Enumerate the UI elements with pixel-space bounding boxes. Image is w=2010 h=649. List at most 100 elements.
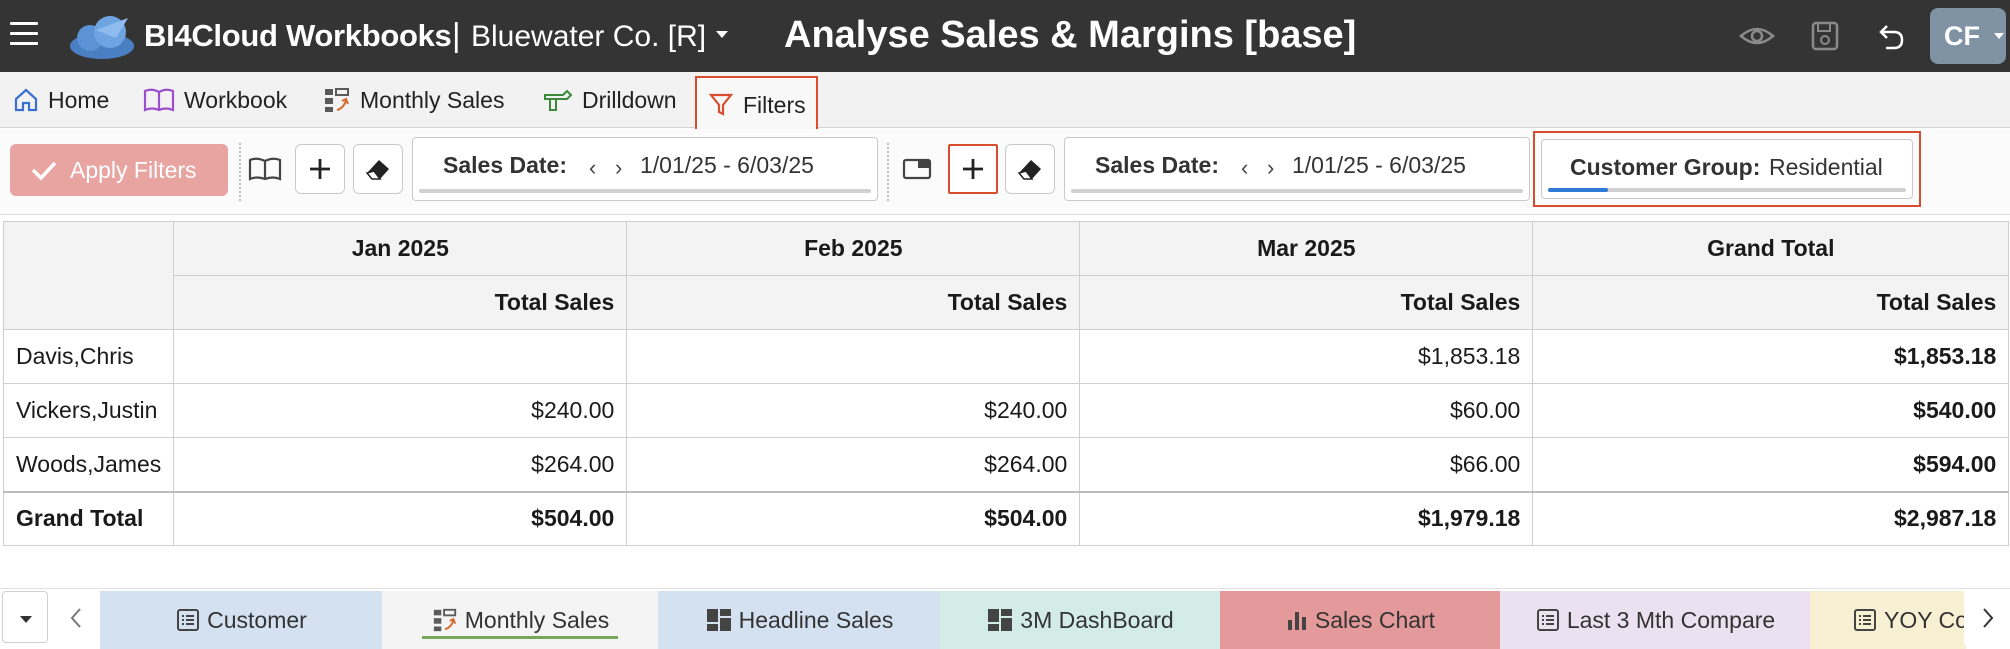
grand-total-cell[interactable]: $2,987.18	[1532, 490, 2010, 546]
save-icon[interactable]	[1806, 18, 1844, 54]
row-total-cell[interactable]: $540.00	[1532, 383, 2010, 438]
grand-total-cell[interactable]: $504.00	[626, 490, 1081, 546]
chevron-right-icon	[1983, 608, 1994, 628]
chevron-down-icon	[20, 616, 32, 623]
company-name[interactable]: Bluewater Co. [R]	[471, 20, 706, 54]
grand-total-label: Grand Total	[2, 490, 175, 546]
grand-total-cell[interactable]: $504.00	[173, 490, 628, 546]
scroll-tabs-left-button[interactable]	[52, 591, 100, 645]
prev-date-icon[interactable]: ‹	[1241, 155, 1248, 181]
tab-sales-chart-label: Sales Chart	[1314, 606, 1436, 633]
tab-customer[interactable]: Customer	[100, 591, 382, 649]
sales-date-filter[interactable]: Sales Date: ‹ › 1/01/25 - 6/03/25	[412, 137, 878, 201]
table-row: Davis,Chris $1,853.18 $1,853.18	[2, 329, 2010, 384]
plus-icon	[310, 159, 330, 179]
row-total-cell[interactable]: $1,853.18	[1532, 329, 2010, 384]
open-book-icon[interactable]	[240, 144, 290, 194]
column-header-month[interactable]: Feb 2025	[626, 221, 1081, 276]
customer-group-value: Residential	[1769, 154, 1883, 180]
title-separator: |	[452, 16, 461, 53]
add-filter-button[interactable]	[295, 144, 345, 194]
measure-header: Total Sales	[1079, 275, 1534, 330]
panel-toggle-icon[interactable]	[892, 144, 942, 194]
monthly-sales-icon	[325, 88, 349, 112]
tab-customer-label: Customer	[207, 606, 307, 633]
apply-filters-label: Apply Filters	[70, 156, 197, 183]
tab-last-3-mth-compare[interactable]: Last 3 Mth Compare	[1500, 591, 1810, 649]
tab-headline-sales-label: Headline Sales	[738, 606, 894, 633]
filter-progress-fill	[1548, 188, 1608, 192]
nav-filters[interactable]: Filters	[695, 76, 818, 134]
eye-icon[interactable]	[1738, 18, 1776, 54]
column-header-month[interactable]: Mar 2025	[1079, 221, 1534, 276]
row-header-customer[interactable]: Davis,Chris	[2, 329, 175, 384]
grid-cell[interactable]: $1,853.18	[1079, 329, 1534, 384]
grid-cell[interactable]: $264.00	[173, 437, 628, 492]
monthly-sales-icon	[433, 608, 456, 632]
filter-toolbar: Apply Filters Sales Date: ‹ › 1/01/25 - …	[0, 129, 2010, 215]
measure-header: Total Sales	[626, 275, 1081, 330]
add-filter-button-highlighted[interactable]	[948, 144, 998, 194]
filter-progress-track	[419, 189, 871, 193]
customer-group-filter[interactable]: Customer Group: Residential	[1533, 131, 1921, 207]
sales-date-range: 1/01/25 - 6/03/25	[640, 152, 814, 178]
tab-last-3-mth-compare-label: Last 3 Mth Compare	[1566, 606, 1776, 633]
plus-icon	[963, 159, 983, 179]
nav-filters-label: Filters	[743, 91, 806, 118]
grid-cell[interactable]	[626, 329, 1081, 384]
grid-cell[interactable]	[173, 329, 628, 384]
tab-3m-dashboard-label: 3M DashBoard	[1020, 606, 1174, 633]
tab-yoy-compare[interactable]: YOY Co	[1810, 591, 1966, 649]
filter-icon	[708, 93, 734, 116]
avatar-dropdown-icon[interactable]	[1994, 33, 2004, 39]
avatar-initials: CF	[1944, 21, 1980, 51]
sheet-menu-button[interactable]	[2, 591, 48, 643]
grid-cell[interactable]: $240.00	[626, 383, 1081, 438]
company-dropdown-icon[interactable]	[716, 31, 728, 38]
tab-3m-dashboard[interactable]: 3M DashBoard	[940, 591, 1220, 649]
grid-cell[interactable]: $66.00	[1079, 437, 1534, 492]
bar-chart-icon	[1287, 612, 1306, 630]
app-header: BI4Cloud Workbooks | Bluewater Co. [R] A…	[0, 0, 2010, 72]
nav-workbook[interactable]: Workbook	[142, 78, 287, 122]
sales-date-filter-2[interactable]: Sales Date: ‹ › 1/01/25 - 6/03/25	[1064, 137, 1530, 201]
filter-progress-track	[1071, 189, 1523, 193]
nav-monthly-sales[interactable]: Monthly Sales	[322, 78, 504, 122]
undo-icon[interactable]	[1872, 18, 1910, 54]
row-header-customer[interactable]: Vickers,Justin	[2, 383, 175, 438]
dashboard-icon	[988, 609, 1013, 631]
row-total-cell[interactable]: $594.00	[1532, 437, 2010, 492]
column-header-grand-total[interactable]: Grand Total	[1532, 221, 2010, 276]
list-icon	[177, 609, 200, 631]
next-date-icon[interactable]: ›	[615, 155, 622, 181]
tab-sales-chart[interactable]: Sales Chart	[1220, 591, 1500, 649]
table-row: Woods,James $264.00 $264.00 $66.00 $594.…	[2, 437, 2010, 492]
tab-headline-sales[interactable]: Headline Sales	[658, 591, 940, 649]
menu-icon[interactable]	[10, 22, 38, 48]
list-icon	[1854, 609, 1876, 631]
measure-header: Total Sales	[1532, 275, 2010, 330]
grid-cell[interactable]: $264.00	[626, 437, 1081, 492]
check-icon	[31, 161, 57, 181]
row-header-customer[interactable]: Woods,James	[2, 437, 175, 492]
nav-home[interactable]: Home	[12, 78, 109, 122]
apply-filters-button[interactable]: Apply Filters	[10, 144, 228, 196]
nav-bar: Home Workbook Monthly Sales Drilldown Fi…	[0, 72, 2010, 134]
column-header-month[interactable]: Jan 2025	[173, 221, 628, 276]
tab-monthly-sales-label: Monthly Sales	[464, 606, 610, 633]
next-date-icon[interactable]: ›	[1267, 155, 1274, 181]
measure-header: Total Sales	[173, 275, 628, 330]
scroll-tabs-right-button[interactable]	[1964, 591, 2010, 645]
clear-filter-button[interactable]	[353, 144, 403, 194]
eraser-icon	[1017, 160, 1041, 180]
grand-total-cell[interactable]: $1,979.18	[1079, 490, 1534, 546]
clear-filter-button[interactable]	[1005, 144, 1055, 194]
table-row: Vickers,Justin $240.00 $240.00 $60.00 $5…	[2, 383, 2010, 438]
grid-cell[interactable]: $60.00	[1079, 383, 1534, 438]
prev-date-icon[interactable]: ‹	[589, 155, 596, 181]
nav-drilldown[interactable]: Drilldown	[542, 78, 677, 122]
filter-progress-track	[1548, 188, 1906, 192]
pivot-grid: Jan 2025 Feb 2025 Mar 2025 Grand Total T…	[2, 221, 2010, 546]
grid-cell[interactable]: $240.00	[173, 383, 628, 438]
tab-monthly-sales[interactable]: Monthly Sales	[382, 591, 658, 649]
